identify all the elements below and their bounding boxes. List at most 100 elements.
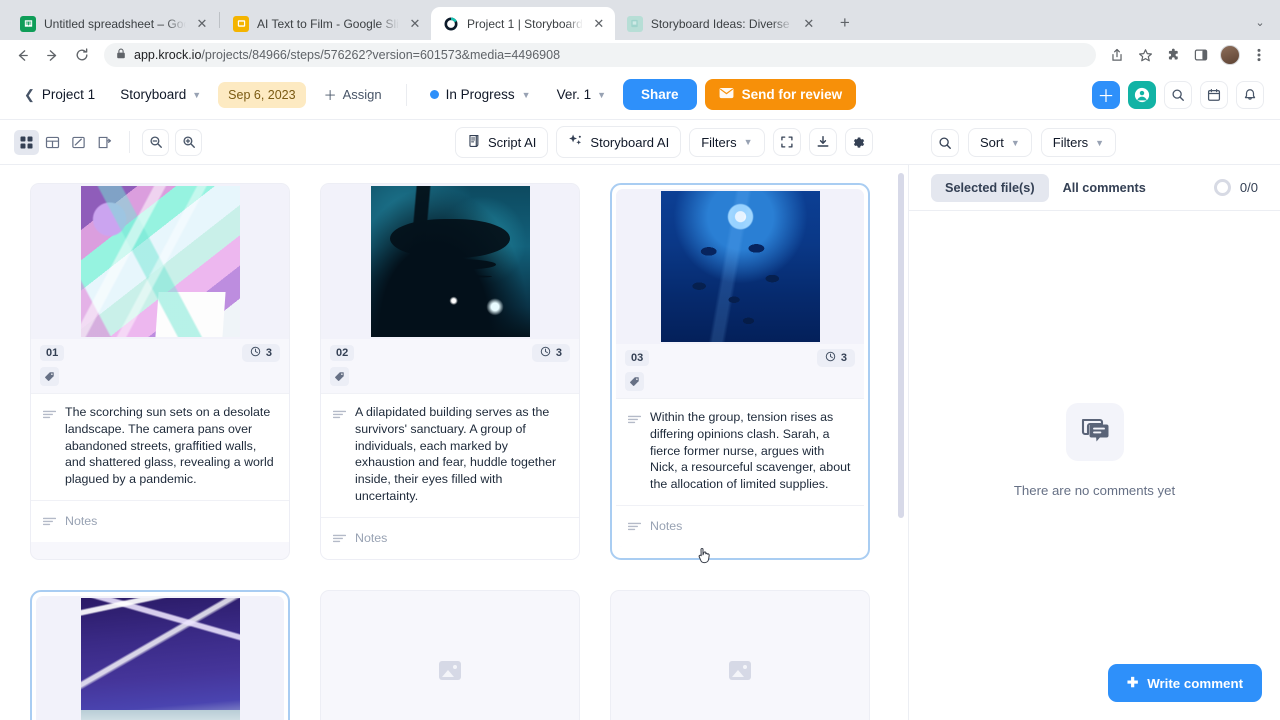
calendar-icon[interactable] [1200,80,1228,109]
frame-duration[interactable]: 3 [241,344,280,362]
toolbar-divider [129,131,130,153]
address-bar[interactable]: app.krock.io/projects/84966/steps/576262… [104,43,1096,67]
script-ai-button[interactable]: Script AI [455,126,549,158]
frame-description[interactable]: The scorching sun sets on a desolate lan… [31,393,289,500]
frame-thumbnail[interactable] [321,184,579,339]
grid-view-icon[interactable] [14,129,39,155]
share-icon[interactable] [1104,42,1130,68]
write-comment-button[interactable]: ✚ Write comment [1108,664,1262,702]
back-to-project-button[interactable]: ❮ Project 1 [16,82,103,108]
frame-notes[interactable]: Notes [321,516,579,559]
storyboard-card-selected[interactable]: 03 3 Within the group, tension rises as … [610,183,870,560]
comments-filters-button[interactable]: Filters ▼ [1040,128,1117,157]
share-button[interactable]: Share [623,79,697,110]
close-icon[interactable]: ✕ [801,16,817,32]
frame-thumbnail[interactable] [616,189,864,344]
card-inner [611,591,869,720]
forward-button[interactable] [38,41,66,69]
back-button[interactable] [8,41,36,69]
frame-duration[interactable]: 3 [816,349,855,367]
profile-avatar[interactable] [1220,45,1240,65]
storyboard-ai-button[interactable]: Storyboard AI [556,126,682,158]
tab-search-chevron-icon[interactable]: ⌄ [1248,10,1272,34]
clock-icon [540,346,551,360]
sheets-icon [20,15,36,32]
card-tag-row [616,372,864,398]
table-view-icon[interactable] [40,130,65,155]
url-host: app.krock.io [134,48,202,62]
card-inner [321,591,579,720]
frame-artwork [80,597,240,720]
version-selector[interactable]: Ver. 1 ▼ [548,81,615,108]
close-icon[interactable]: ✕ [407,16,423,32]
frame-description[interactable]: Within the group, tension rises as diffe… [616,398,864,505]
frame-thumbnail-empty[interactable] [321,591,579,720]
assign-button[interactable]: ＋ Assign [314,79,392,110]
sort-label: Sort [980,135,1004,150]
card-inner: 03 3 Within the group, tension rises as … [616,189,864,547]
project-name-label: Project 1 [41,87,96,102]
user-circle-icon[interactable] [1128,80,1156,109]
address-bar-text: app.krock.io/projects/84966/steps/576262… [134,48,560,62]
send-for-review-button[interactable]: Send for review [704,79,857,110]
scrollbar-thumb[interactable] [898,173,904,518]
present-view-icon[interactable] [92,130,117,155]
frame-thumbnail[interactable] [31,184,289,339]
browser-tab-2[interactable]: Project 1 | Storyboard ✕ [431,7,615,40]
frame-description-text: Within the group, tension rises as diffe… [650,410,851,492]
storyboard-card-empty[interactable] [320,589,580,720]
frame-description[interactable]: A dilapidated building serves as the sur… [321,393,579,517]
side-panel-icon[interactable] [1188,42,1214,68]
extensions-icon[interactable] [1160,42,1186,68]
frame-thumbnail[interactable] [36,595,284,720]
fullscreen-icon[interactable] [772,128,801,156]
search-icon[interactable] [931,128,959,157]
browser-tab-0[interactable]: Untitled spreadsheet – Google ✕ [8,7,218,40]
frame-duration[interactable]: 3 [531,344,570,362]
storyboard-card[interactable]: 01 3 The scorching sun sets on a desolat… [30,183,290,560]
storyboard-card[interactable]: 02 3 A dilapidated building serves as th… [320,183,580,560]
tag-icon[interactable] [40,367,59,386]
frame-notes[interactable]: Notes [616,504,864,547]
tag-icon[interactable] [625,372,644,391]
zoom-in-icon[interactable] [175,128,202,156]
frame-artwork [370,186,530,337]
canvas-scrollbar[interactable] [898,173,904,693]
tag-icon[interactable] [330,367,349,386]
zoom-out-icon[interactable] [142,128,169,156]
frame-notes[interactable]: Notes [31,499,289,542]
due-date-chip[interactable]: Sep 6, 2023 [218,81,306,108]
frame-artwork [660,191,820,342]
frame-notes-placeholder: Notes [650,519,683,534]
gear-icon[interactable] [844,128,873,156]
close-icon[interactable]: ✕ [194,16,210,32]
download-icon[interactable] [808,128,837,156]
step-selector[interactable]: Storyboard ▼ [111,81,210,108]
frame-thumbnail-empty[interactable] [611,591,869,720]
write-comment-label: Write comment [1147,675,1243,691]
frame-description-text: The scorching sun sets on a desolate lan… [65,405,274,487]
search-icon[interactable] [1164,80,1192,109]
sort-button[interactable]: Sort ▼ [968,128,1032,157]
chevron-down-icon: ▼ [521,89,531,100]
card-tag-row [31,367,289,393]
add-button[interactable]: ＋ [1092,80,1120,109]
bookmark-star-icon[interactable] [1132,42,1158,68]
chrome-menu-icon[interactable] [1246,42,1272,68]
storyboard-card-selected[interactable] [30,589,290,720]
envelope-icon [719,87,734,102]
filters-button[interactable]: Filters ▼ [689,127,765,157]
close-icon[interactable]: ✕ [591,16,607,32]
storyboard-canvas: 01 3 The scorching sun sets on a desolat… [0,165,908,720]
new-tab-button[interactable]: + [831,9,859,37]
storyboard-card-empty[interactable] [610,589,870,720]
filters-label: Filters [701,134,737,150]
browser-tab-1[interactable]: AI Text to Film - Google Slides ✕ [221,7,431,40]
single-view-icon[interactable] [66,130,91,155]
browser-tab-title: Storyboard Ideas: Diverse Con [650,16,793,31]
status-selector[interactable]: In Progress ▼ [421,81,540,108]
reload-button[interactable] [68,41,96,69]
card-meta: 03 3 [616,344,864,372]
bell-icon[interactable] [1236,80,1264,109]
browser-tab-3[interactable]: Storyboard Ideas: Diverse Con ✕ [615,7,825,40]
